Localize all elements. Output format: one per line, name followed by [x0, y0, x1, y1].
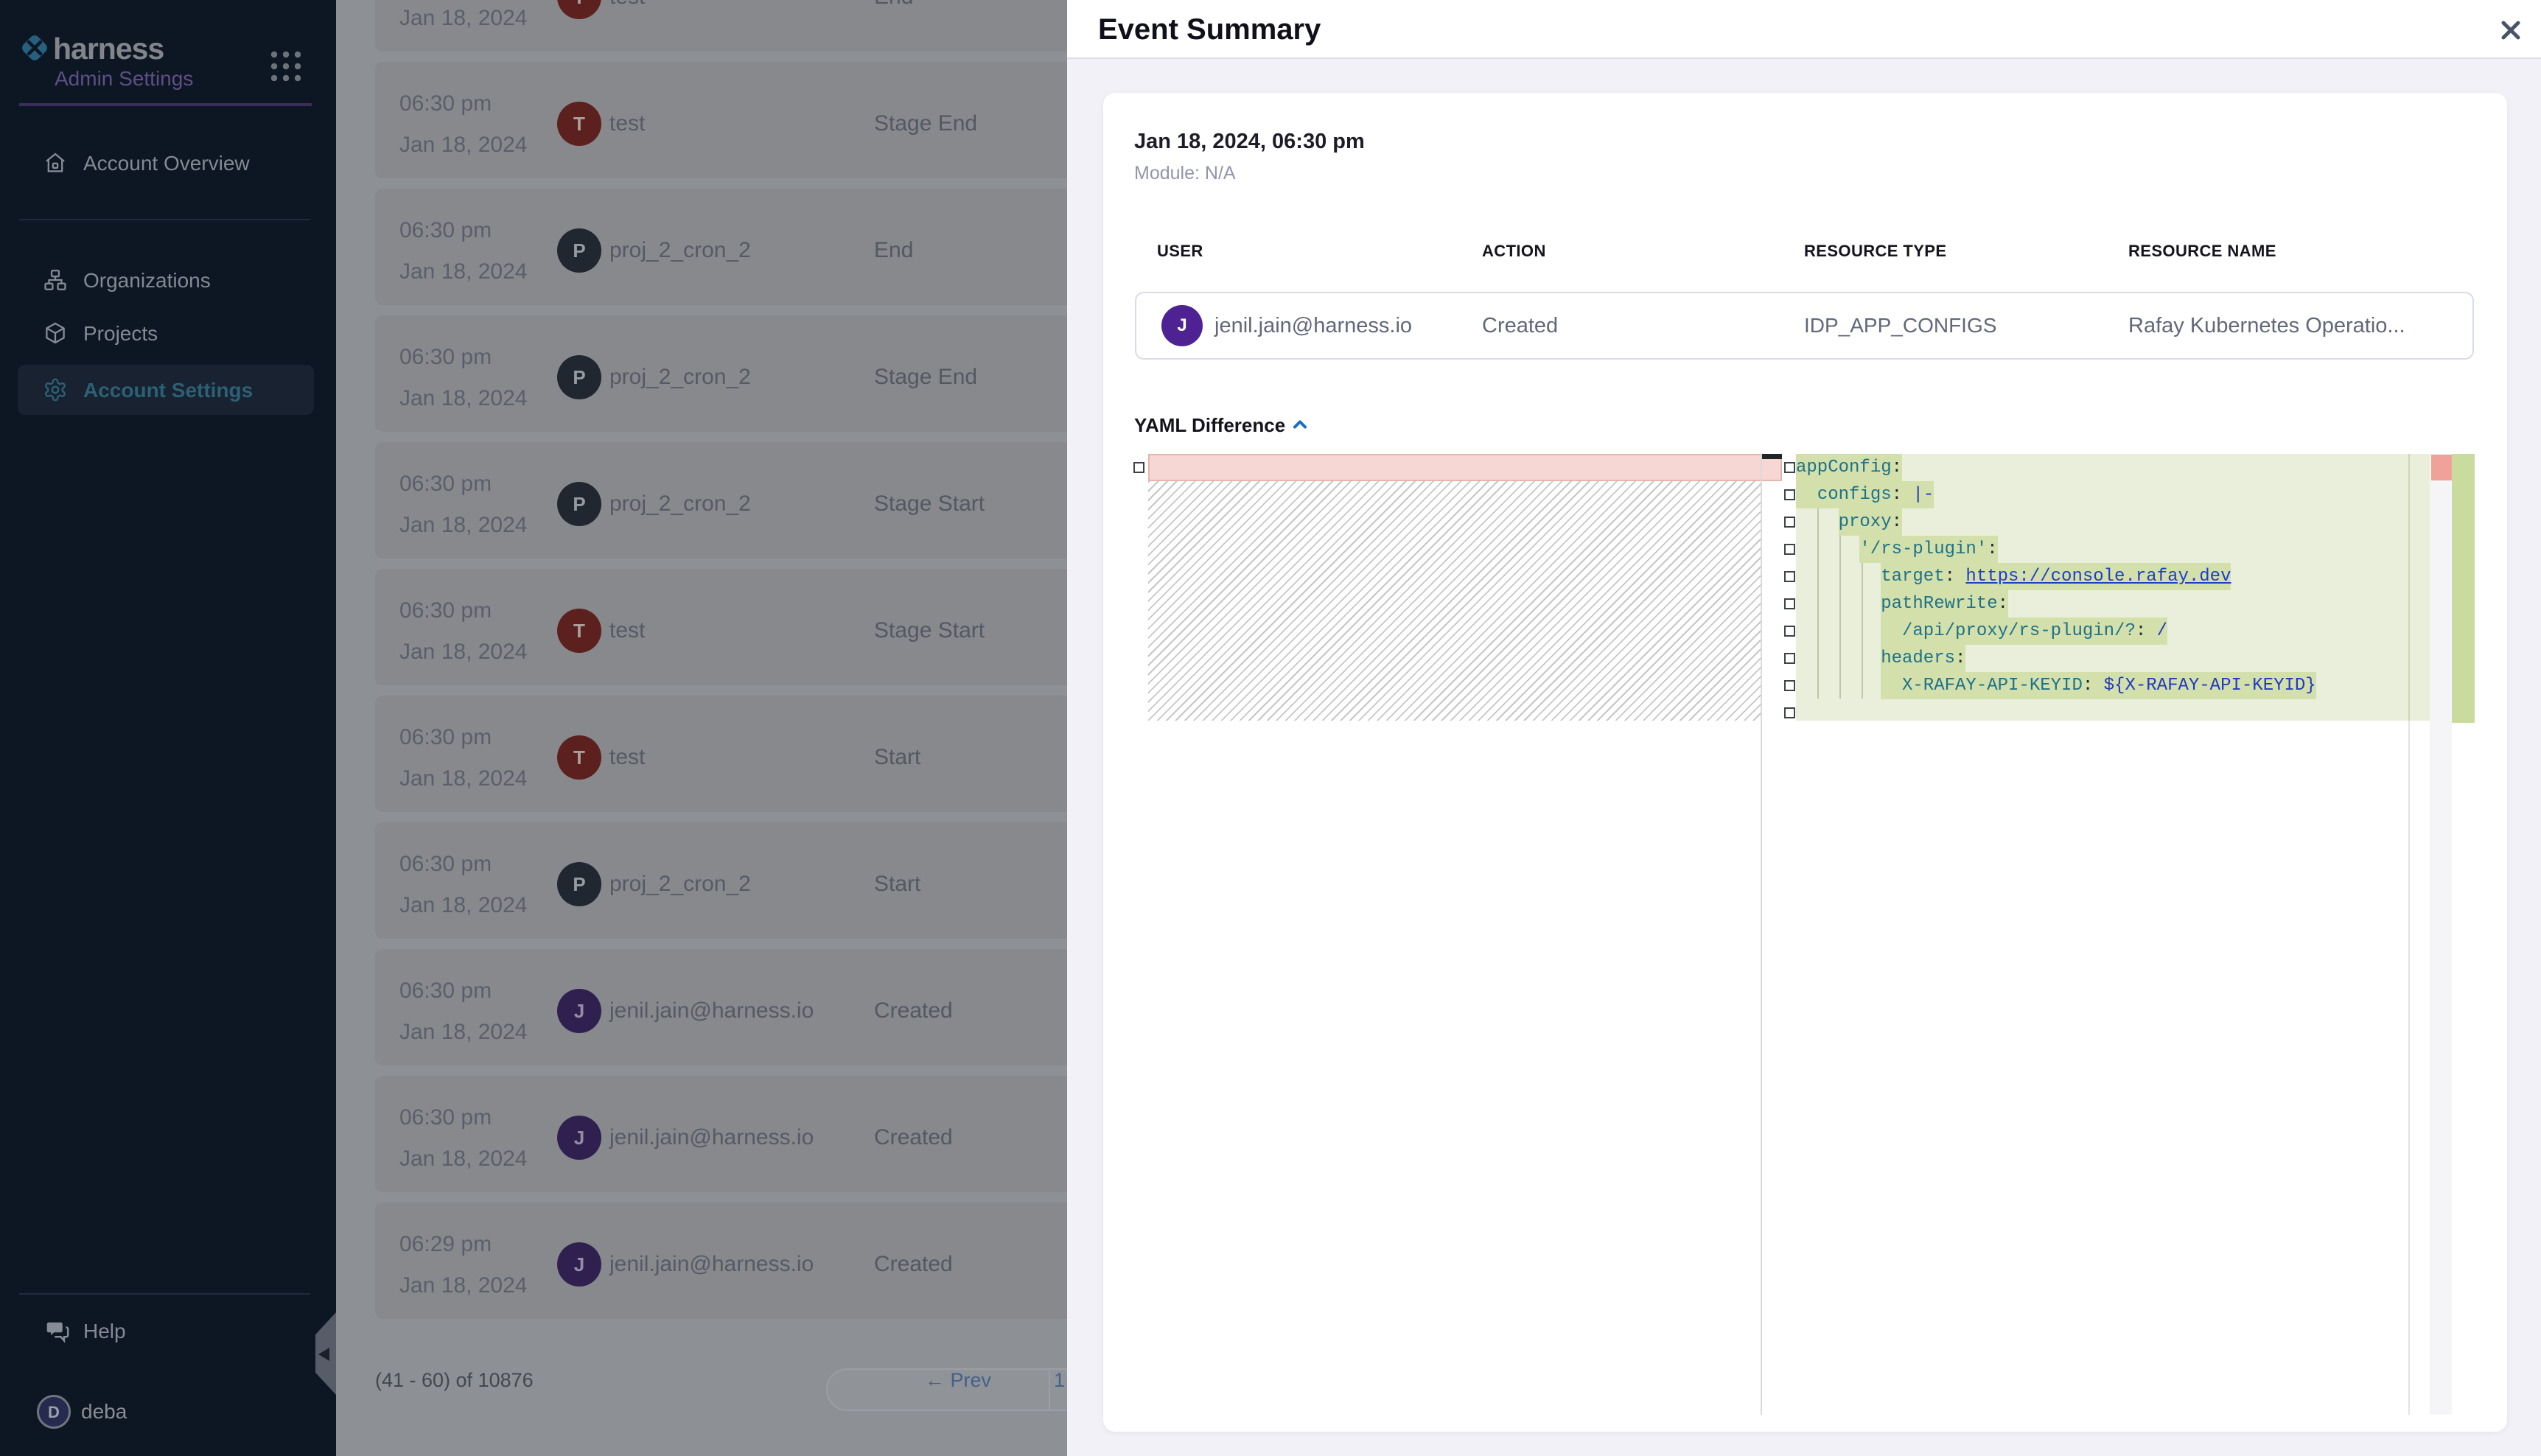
svg-text:?: ?: [52, 1321, 58, 1334]
